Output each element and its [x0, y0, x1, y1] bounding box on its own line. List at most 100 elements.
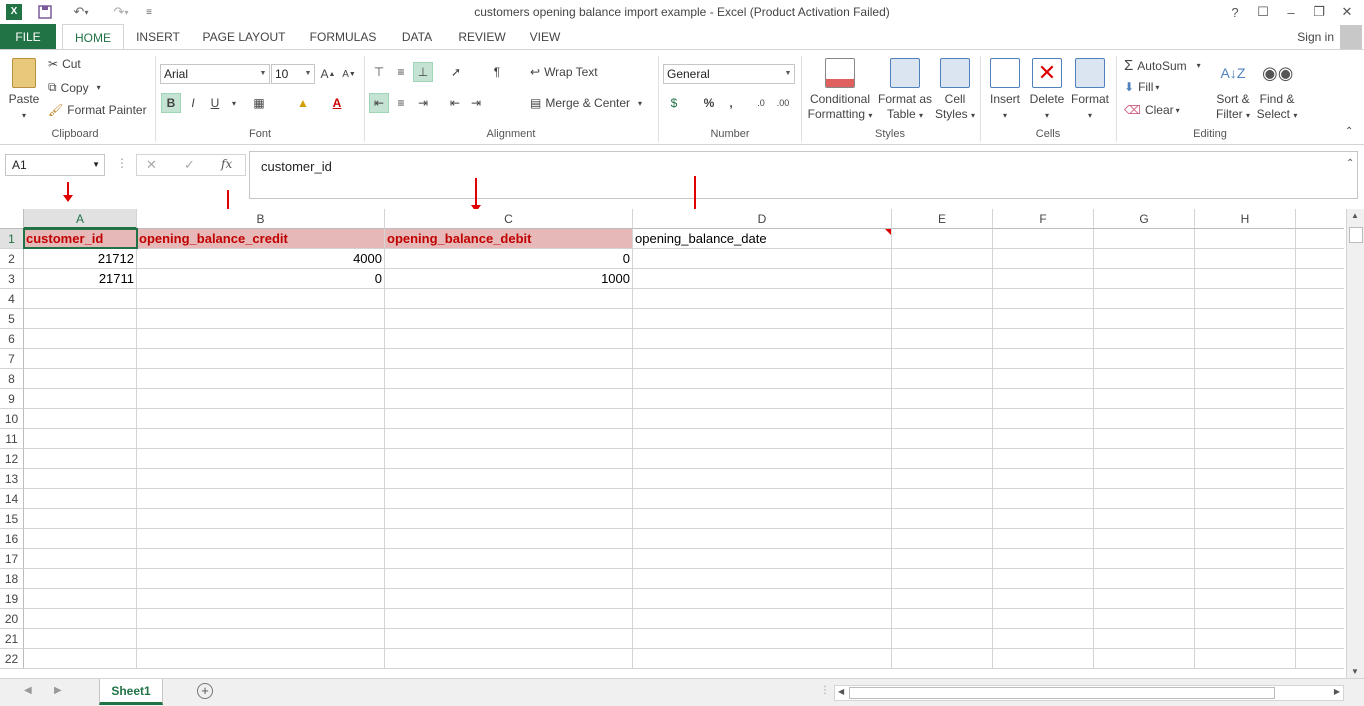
tab-formulas[interactable]: FORMULAS [304, 24, 382, 50]
scroll-left-icon[interactable]: ◀ [838, 687, 844, 696]
vertical-scrollbar[interactable]: ▲ ▼ [1346, 209, 1364, 678]
row-header[interactable]: 18 [0, 569, 24, 589]
row-header[interactable]: 17 [0, 549, 24, 569]
empty-cell[interactable] [1094, 589, 1195, 609]
empty-cell[interactable] [993, 249, 1094, 269]
column-header-e[interactable]: E [892, 209, 993, 229]
empty-cell[interactable] [137, 449, 385, 469]
prev-sheet-icon[interactable]: ◀ [24, 685, 32, 696]
empty-cell[interactable] [993, 629, 1094, 649]
bold-button[interactable]: B [161, 93, 181, 113]
copy-button[interactable]: ⧉ Copy ▾ [48, 80, 101, 95]
empty-cell[interactable] [24, 509, 137, 529]
empty-cell[interactable] [993, 509, 1094, 529]
row-header[interactable]: 5 [0, 309, 24, 329]
row-header[interactable]: 4 [0, 289, 24, 309]
empty-cell[interactable] [1195, 369, 1296, 389]
empty-cell[interactable] [993, 489, 1094, 509]
column-header-f[interactable]: F [993, 209, 1094, 229]
empty-cell[interactable] [1296, 529, 1344, 549]
empty-cell[interactable] [385, 609, 633, 629]
empty-cell[interactable] [1195, 649, 1296, 669]
empty-cell[interactable] [137, 349, 385, 369]
font-name-select[interactable]: Arial ▼ [160, 64, 270, 84]
empty-cell[interactable] [24, 289, 137, 309]
empty-cell[interactable] [1094, 509, 1195, 529]
increase-decimal-icon[interactable]: .0 [751, 93, 771, 113]
empty-cell[interactable] [1094, 549, 1195, 569]
empty-cell[interactable] [137, 309, 385, 329]
empty-cell[interactable] [892, 549, 993, 569]
empty-cell[interactable] [1296, 509, 1344, 529]
empty-cell[interactable] [1296, 609, 1344, 629]
empty-cell[interactable] [892, 409, 993, 429]
empty-cell[interactable] [385, 349, 633, 369]
align-right-icon[interactable]: ⇥ [413, 93, 433, 113]
format-as-table-button[interactable]: Format as Table ▾ [875, 58, 935, 123]
empty-cell[interactable] [633, 249, 892, 269]
merge-center-button[interactable]: ▤ Merge & Center ▾ [530, 96, 642, 110]
find-select-button[interactable]: ◉◉ Find & Select ▾ [1255, 58, 1299, 123]
empty-cell[interactable] [24, 529, 137, 549]
minimize-button[interactable]: – [1277, 2, 1305, 22]
increase-font-icon[interactable]: A ▲ [318, 64, 338, 84]
decrease-indent-icon[interactable]: ⇤ [445, 93, 465, 113]
empty-cell[interactable] [24, 609, 137, 629]
empty-cell[interactable] [137, 509, 385, 529]
tab-data[interactable]: DATA [394, 24, 440, 50]
empty-cell[interactable] [1094, 469, 1195, 489]
empty-cell[interactable] [892, 269, 993, 289]
empty-cell[interactable] [24, 369, 137, 389]
empty-cell[interactable] [137, 489, 385, 509]
scroll-up-icon[interactable]: ▲ [1351, 211, 1359, 220]
insert-cells-button[interactable]: Insert ▾ [985, 58, 1025, 123]
empty-cell[interactable] [1195, 449, 1296, 469]
sign-in-link[interactable]: Sign in [1297, 30, 1334, 44]
tab-insert[interactable]: INSERT [130, 24, 186, 50]
empty-cell[interactable] [633, 349, 892, 369]
cell-b3[interactable]: 0 [137, 269, 385, 289]
empty-cell[interactable] [1195, 389, 1296, 409]
autosum-button[interactable]: Σ AutoSum ▾ [1124, 57, 1201, 74]
conditional-formatting-button[interactable]: Conditional Formatting ▾ [805, 58, 875, 123]
format-cells-button[interactable]: Format ▾ [1069, 58, 1111, 123]
empty-cell[interactable] [385, 389, 633, 409]
empty-cell[interactable] [892, 569, 993, 589]
empty-cell[interactable] [993, 309, 1094, 329]
empty-cell[interactable] [1094, 229, 1195, 249]
empty-cell[interactable] [137, 569, 385, 589]
empty-cell[interactable] [892, 489, 993, 509]
ribbon-display-button[interactable]: ☐ [1249, 2, 1277, 22]
empty-cell[interactable] [1296, 269, 1344, 289]
empty-cell[interactable] [892, 349, 993, 369]
empty-cell[interactable] [137, 409, 385, 429]
empty-cell[interactable] [633, 549, 892, 569]
empty-cell[interactable] [993, 229, 1094, 249]
empty-cell[interactable] [1296, 289, 1344, 309]
empty-cell[interactable] [137, 389, 385, 409]
empty-cell[interactable] [1296, 449, 1344, 469]
empty-cell[interactable] [137, 609, 385, 629]
empty-cell[interactable] [385, 309, 633, 329]
empty-cell[interactable] [892, 229, 993, 249]
percent-style-button[interactable]: % [699, 93, 719, 113]
collapse-ribbon-icon[interactable]: ⌃ [1345, 126, 1353, 137]
row-header[interactable]: 14 [0, 489, 24, 509]
empty-cell[interactable] [1296, 229, 1344, 249]
accounting-format-icon[interactable]: $ [664, 93, 684, 113]
sheet-tab-sheet1[interactable]: Sheet1 [99, 679, 163, 705]
empty-cell[interactable] [633, 609, 892, 629]
empty-cell[interactable] [1296, 469, 1344, 489]
cell-a3[interactable]: 21711 [24, 269, 137, 289]
column-header-h[interactable]: H [1195, 209, 1296, 229]
empty-cell[interactable] [1094, 249, 1195, 269]
empty-cell[interactable] [993, 349, 1094, 369]
empty-cell[interactable] [892, 389, 993, 409]
add-sheet-icon[interactable]: + [197, 683, 213, 699]
empty-cell[interactable] [1195, 469, 1296, 489]
row-header[interactable]: 19 [0, 589, 24, 609]
empty-cell[interactable] [1296, 549, 1344, 569]
empty-cell[interactable] [24, 549, 137, 569]
close-button[interactable]: ✕ [1333, 2, 1361, 22]
check-icon[interactable]: ✓ [184, 157, 195, 173]
